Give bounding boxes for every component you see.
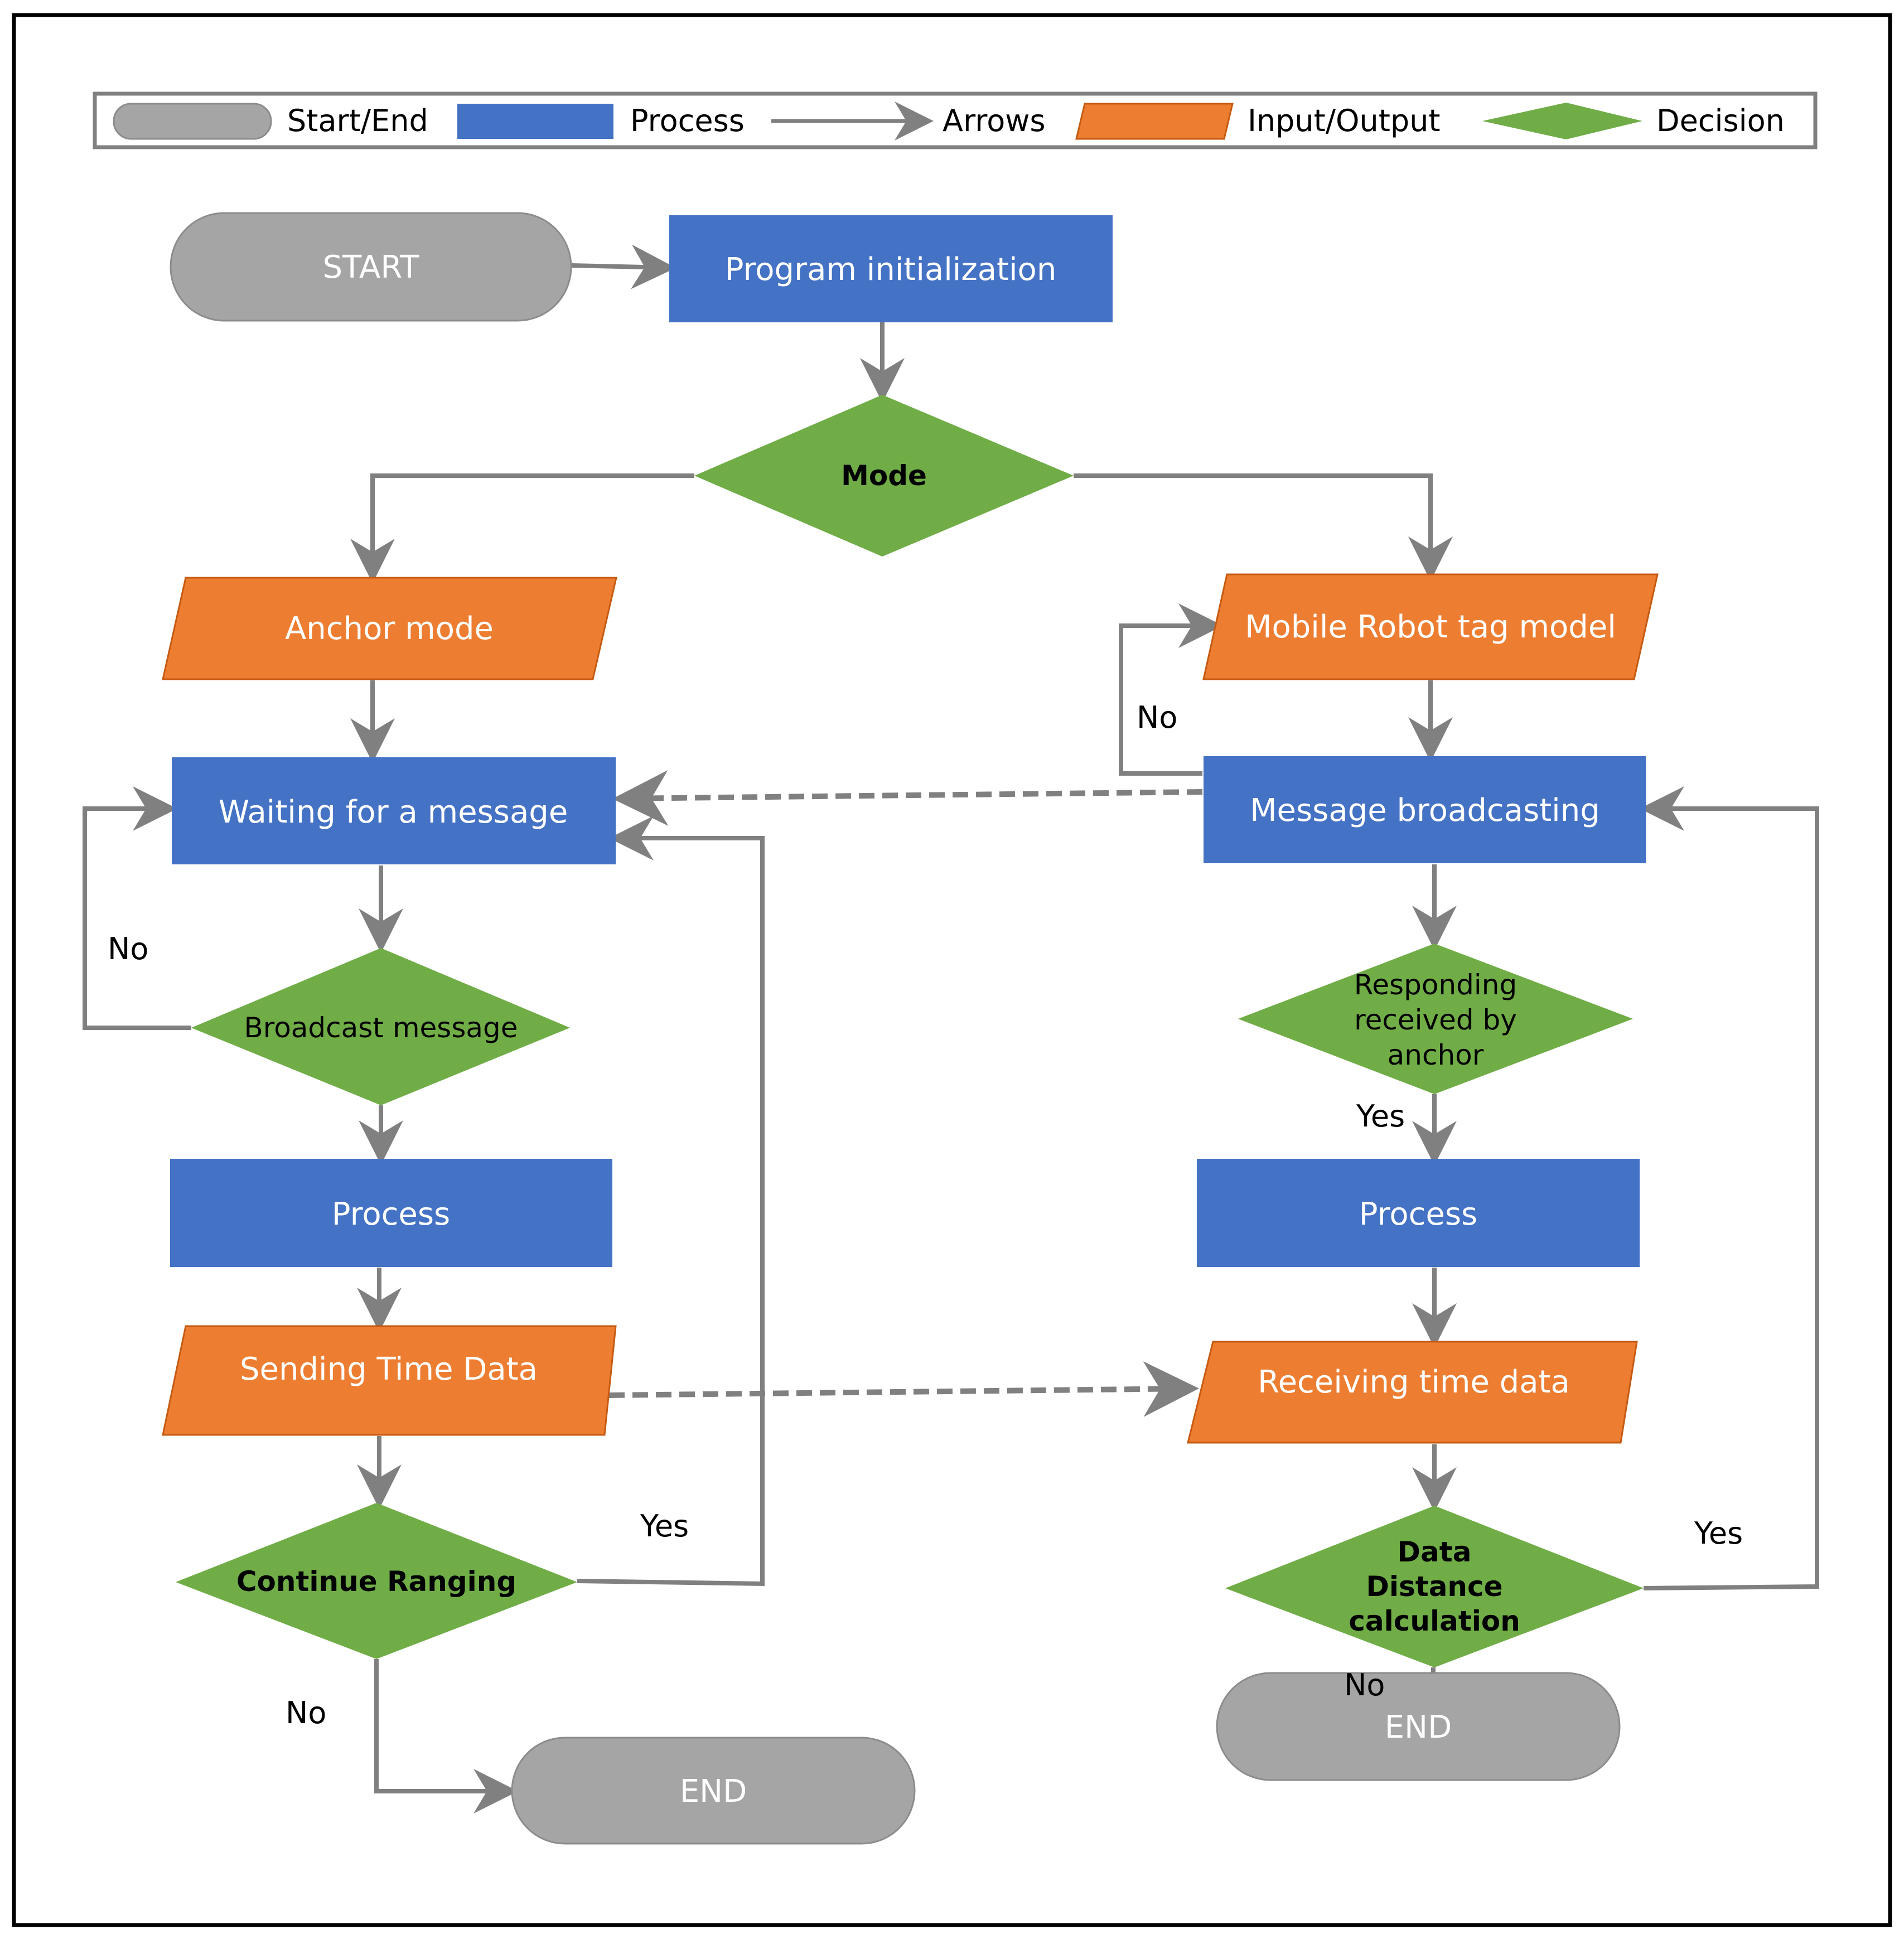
- edge-label-broadcast-no: No: [108, 931, 148, 966]
- responding-line-3: anchor: [1388, 1039, 1484, 1071]
- broadcast-msg-label: Broadcast message: [244, 1012, 518, 1044]
- edge-start-to-init: [571, 244, 676, 289]
- legend: Start/End Process Arrows Input/Output De…: [93, 91, 1818, 149]
- responding-line-2: received by: [1354, 1004, 1517, 1036]
- process-left-label: Process: [332, 1196, 450, 1232]
- edge-label-tag-no: No: [1137, 700, 1177, 735]
- distance-calc-line-2: Distance: [1366, 1570, 1502, 1603]
- program-init-label: Program initialization: [725, 252, 1057, 288]
- edge-label-continue-yes: Yes: [640, 1508, 689, 1544]
- process-right-label: Process: [1359, 1196, 1477, 1232]
- node-process-right[interactable]: Process: [1197, 1159, 1640, 1267]
- legend-process-label: Process: [630, 103, 745, 138]
- waiting-label: Waiting for a message: [219, 794, 568, 830]
- receiving-label: Receiving time data: [1258, 1364, 1570, 1400]
- node-process-left[interactable]: Process: [170, 1159, 612, 1267]
- sending-label: Sending Time Data: [240, 1351, 538, 1387]
- legend-process-icon: [457, 104, 613, 139]
- node-end-left[interactable]: END: [511, 1737, 916, 1845]
- edge-label-distance-no: No: [1344, 1667, 1385, 1703]
- node-receiving-time-data[interactable]: Receiving time data: [1187, 1341, 1638, 1444]
- edge-label-distance-yes: Yes: [1694, 1516, 1743, 1551]
- edge-label-continue-no: No: [286, 1695, 326, 1730]
- node-program-initialization[interactable]: Program initialization: [669, 215, 1113, 322]
- broadcasting-label: Message broadcasting: [1250, 792, 1600, 829]
- node-waiting-for-message[interactable]: Waiting for a message: [172, 757, 616, 864]
- legend-terminal-label: Start/End: [287, 103, 428, 138]
- end-right-label: END: [1385, 1709, 1452, 1745]
- tag-mode-label: Mobile Robot tag model: [1245, 609, 1616, 645]
- mode-label: Mode: [841, 460, 927, 492]
- anchor-mode-label: Anchor mode: [285, 611, 494, 647]
- end-left-label: END: [680, 1773, 747, 1810]
- node-message-broadcasting[interactable]: Message broadcasting: [1204, 756, 1646, 863]
- node-start[interactable]: START: [170, 212, 572, 322]
- node-end-right[interactable]: END: [1216, 1672, 1621, 1781]
- flowchart-canvas: Start/End Process Arrows Input/Output De…: [12, 13, 1892, 1927]
- legend-terminal-icon: [113, 103, 272, 140]
- distance-calc-line-3: calculation: [1349, 1605, 1520, 1637]
- continue-ranging-label: Continue Ranging: [236, 1565, 516, 1598]
- edge-label-responding-yes: Yes: [1356, 1099, 1405, 1134]
- legend-decision-label: Decision: [1656, 103, 1785, 138]
- legend-io-icon: [1075, 103, 1234, 140]
- legend-io-label: Input/Output: [1248, 103, 1441, 138]
- start-label: START: [323, 249, 420, 286]
- node-anchor-mode[interactable]: Anchor mode: [162, 577, 617, 680]
- legend-arrow-label: Arrows: [943, 103, 1046, 138]
- responding-line-1: Responding: [1354, 969, 1517, 1001]
- node-sending-time-data[interactable]: Sending Time Data: [162, 1325, 617, 1436]
- distance-calc-line-1: Data: [1398, 1536, 1472, 1568]
- node-tag-mode[interactable]: Mobile Robot tag model: [1202, 573, 1659, 680]
